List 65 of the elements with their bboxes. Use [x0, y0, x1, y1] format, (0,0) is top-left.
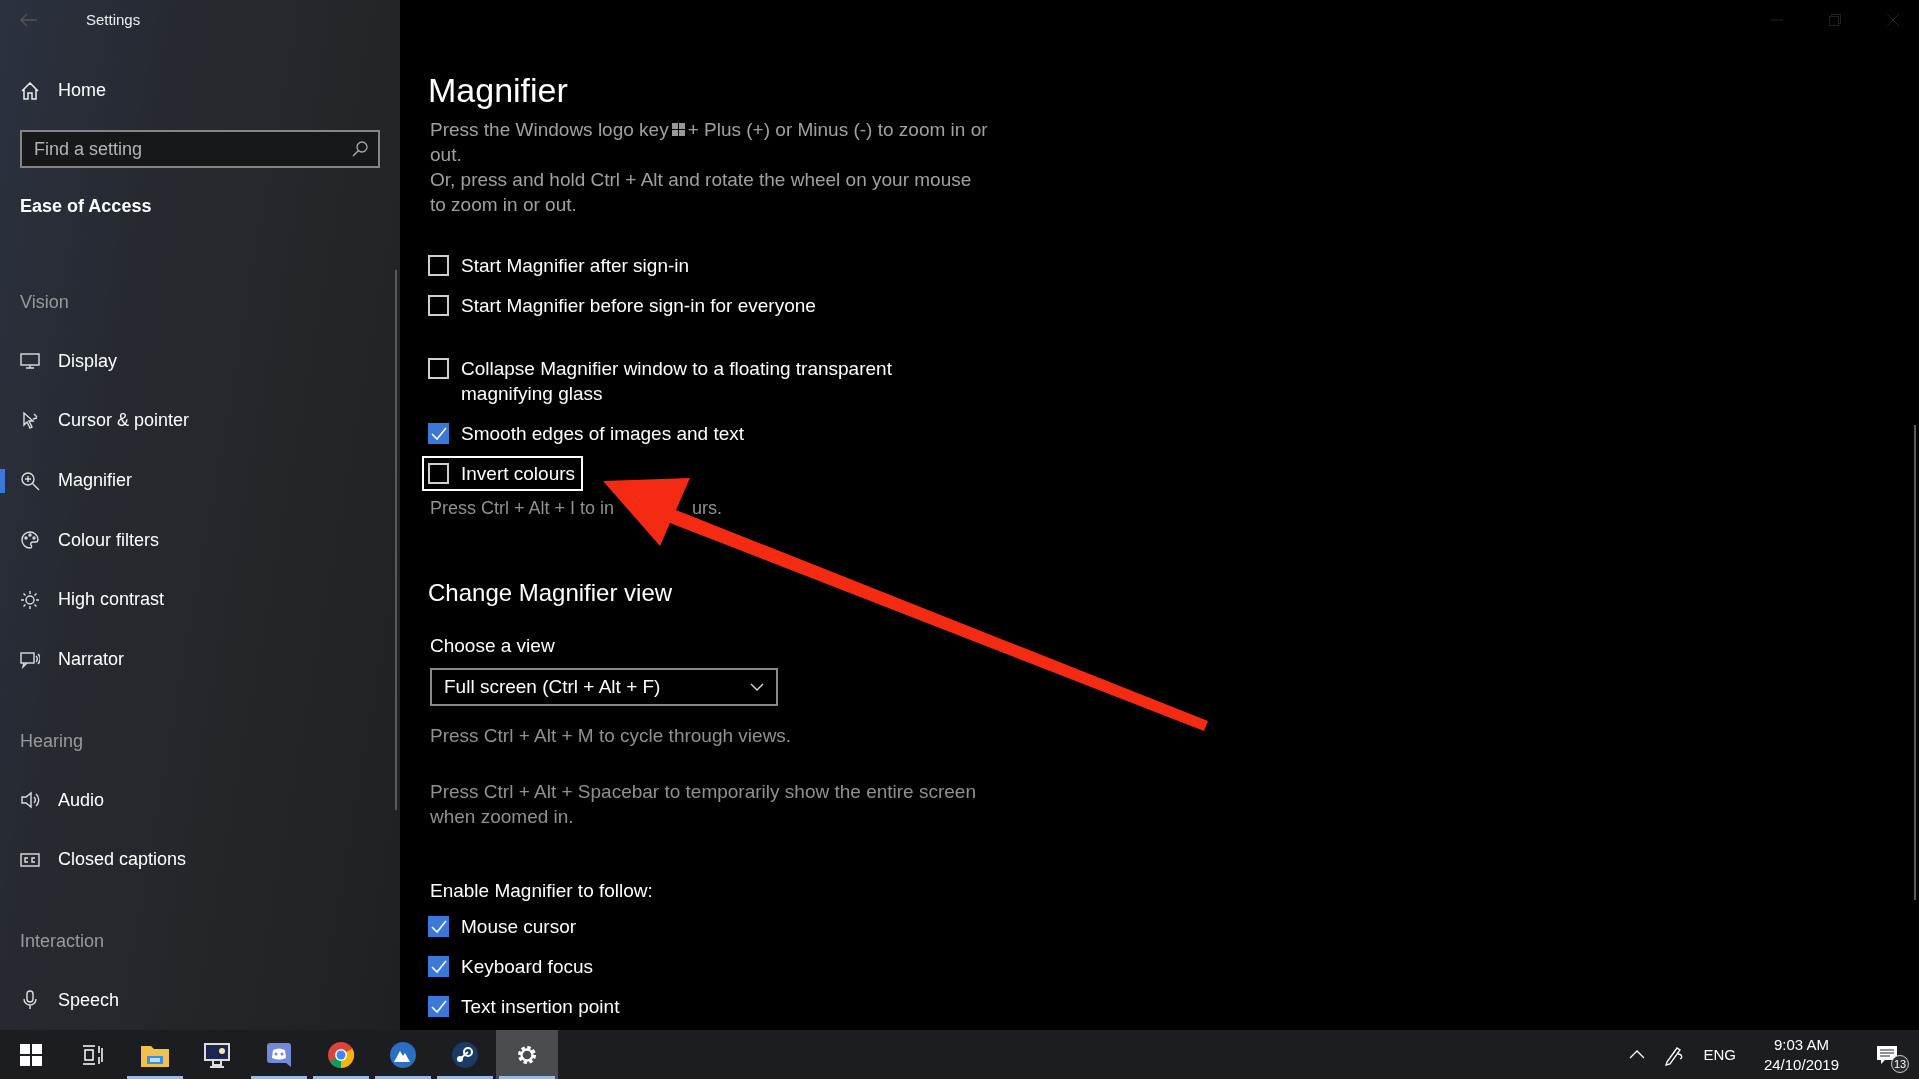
description-text: Or, press and hold Ctrl + Alt and rotate the wheel on your mouse to zoom in or out.: [430, 168, 973, 217]
sidebar-item[interactable]: Display: [0, 331, 390, 391]
chevron-down-icon: [750, 683, 764, 691]
checkbox[interactable]: [428, 996, 449, 1017]
window-title: Settings: [86, 11, 141, 29]
checkbox-option[interactable]: Collapse Magnifier window to a floating transparent magnifying glass: [422, 351, 919, 411]
group-label: Vision: [19, 290, 70, 314]
checkbox-option[interactable]: Keyboard focus: [422, 949, 1919, 984]
checkbox-option[interactable]: Mouse cursor: [422, 909, 1919, 944]
cursor-icon: [20, 410, 40, 431]
group-label: Hearing: [19, 729, 85, 753]
checkbox[interactable]: [428, 423, 449, 444]
sidebar-item[interactable]: Magnifier: [0, 450, 390, 511]
sidebar-item[interactable]: Audio: [0, 770, 390, 830]
checkbox-option[interactable]: Invert colours: [422, 456, 584, 491]
notification-badge: 13: [1891, 1054, 1909, 1073]
steam-icon: [451, 1040, 479, 1069]
narrator-icon: [20, 649, 40, 670]
task-view-icon: [82, 1044, 104, 1065]
description-text: out.: [430, 143, 463, 167]
view-dropdown[interactable]: Full screen (Ctrl + Alt + F): [430, 668, 778, 706]
description-text: Press the Windows logo key: [430, 118, 669, 142]
page-title: Magnifier: [428, 70, 569, 111]
language-indicator[interactable]: ENG: [1703, 1046, 1736, 1063]
chat-app-icon: [266, 1041, 292, 1068]
checkbox-option[interactable]: Start Magnifier after sign-in: [422, 248, 698, 283]
checkbox-option[interactable]: Smooth edges of images and text: [422, 416, 753, 451]
section-heading: Change Magnifier view: [428, 578, 674, 608]
display-icon: [20, 351, 40, 372]
mountain-icon: [389, 1040, 417, 1069]
windows-logo-icon: [671, 123, 685, 136]
home-link[interactable]: Home: [0, 60, 390, 121]
checkbox-option[interactable]: Start Magnifier before sign-in for everyone: [422, 288, 824, 323]
windows-logo-icon: [20, 1043, 42, 1066]
speaker-icon: [20, 790, 40, 811]
description-text: + Plus (+) or Minus (-) to zoom in or: [687, 118, 988, 142]
palette-icon: [20, 530, 40, 551]
hint-text: urs.: [692, 497, 723, 520]
mic-icon: [20, 990, 40, 1011]
magnifier-icon: [20, 470, 40, 491]
sun-icon: [20, 589, 40, 610]
checkbox[interactable]: [428, 956, 449, 977]
section-heading: Ease of Access: [19, 195, 153, 218]
show-hidden-icons-icon[interactable]: [1629, 1050, 1646, 1059]
browser-icon: [327, 1040, 355, 1069]
field-label: Choose a view: [430, 634, 556, 658]
clock[interactable]: 9:03 AM 24/10/2019: [1753, 1034, 1849, 1075]
monitor-icon: [203, 1041, 231, 1068]
hint-text: Press Ctrl + Alt + I to in: [430, 497, 615, 520]
taskbar-button[interactable]: [496, 1030, 558, 1079]
search-icon: [352, 141, 368, 158]
field-label: Enable Magnifier to follow:: [430, 879, 654, 903]
sidebar-item[interactable]: Closed captions: [0, 829, 390, 890]
hint-text: Press Ctrl + Alt + Spacebar to temporarily show the entire screen when zoomed in.: [430, 780, 977, 829]
group-label: Interaction: [19, 929, 106, 953]
search-field[interactable]: Find a setting: [20, 130, 380, 169]
sidebar-item[interactable]: Speech: [0, 970, 390, 1031]
checkbox[interactable]: [428, 916, 449, 937]
checkbox-option[interactable]: Text insertion point: [422, 989, 1919, 1024]
sidebar-item[interactable]: Cursor & pointer: [0, 390, 390, 451]
sidebar-item[interactable]: Narrator: [0, 629, 390, 690]
sidebar-item[interactable]: Colour filters: [0, 510, 390, 571]
sidebar-item[interactable]: High contrast: [0, 570, 390, 630]
home-icon: [20, 81, 40, 100]
hint-text: Press Ctrl + Alt + M to cycle through views.: [430, 724, 793, 748]
